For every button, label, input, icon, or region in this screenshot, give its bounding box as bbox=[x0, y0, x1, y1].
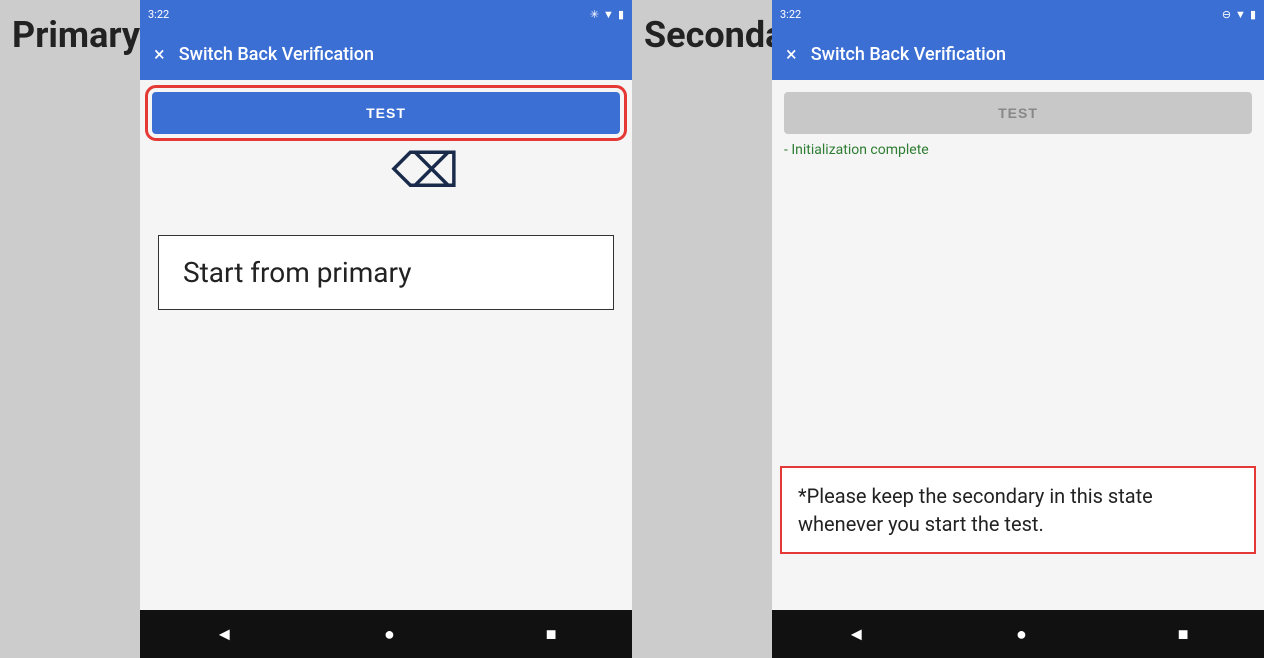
signal-icon: ▮ bbox=[618, 8, 624, 21]
primary-phone-frame: 3:22 ✳ ▼ ▮ × Switch Back Verification TE… bbox=[140, 0, 632, 658]
primary-status-icons: ✳ ▼ ▮ bbox=[590, 8, 624, 21]
secondary-panel: Secondary 3:22 ⊖ ▼ ▮ × Switch Back Verif… bbox=[632, 0, 1264, 658]
secondary-phone-frame: 3:22 ⊖ ▼ ▮ × Switch Back Verification TE… bbox=[772, 0, 1264, 658]
wifi-icon: ▼ bbox=[603, 8, 614, 21]
secondary-bt-icon: ⊖ bbox=[1222, 8, 1231, 21]
primary-content: TEST ⌫ Start from primary bbox=[140, 80, 632, 610]
bt-icon: ✳ bbox=[590, 8, 599, 21]
primary-recent-button[interactable]: ■ bbox=[546, 624, 557, 645]
primary-back-button[interactable]: ◄ bbox=[215, 624, 233, 645]
secondary-content: TEST - Initialization complete *Please k… bbox=[772, 80, 1264, 610]
secondary-bottom-nav: ◄ ● ■ bbox=[772, 610, 1264, 658]
secondary-status-icons: ⊖ ▼ ▮ bbox=[1222, 8, 1256, 21]
secondary-test-button: TEST bbox=[784, 92, 1252, 134]
primary-home-button[interactable]: ● bbox=[384, 624, 395, 645]
primary-status-time: 3:22 bbox=[148, 8, 169, 21]
primary-app-title: Switch Back Verification bbox=[179, 44, 374, 65]
secondary-label: Secondary bbox=[632, 0, 772, 658]
secondary-back-button[interactable]: ◄ bbox=[847, 624, 865, 645]
secondary-recent-button[interactable]: ■ bbox=[1178, 624, 1189, 645]
secondary-status-time: 3:22 bbox=[780, 8, 801, 21]
start-from-primary-box: Start from primary bbox=[158, 235, 614, 310]
secondary-status-bar: 3:22 ⊖ ▼ ▮ bbox=[772, 0, 1264, 28]
primary-status-bar: 3:22 ✳ ▼ ▮ bbox=[140, 0, 632, 28]
secondary-app-bar: × Switch Back Verification bbox=[772, 28, 1264, 80]
secondary-close-button[interactable]: × bbox=[786, 42, 797, 66]
secondary-home-button[interactable]: ● bbox=[1016, 624, 1027, 645]
primary-close-button[interactable]: × bbox=[154, 42, 165, 66]
primary-app-bar: × Switch Back Verification bbox=[140, 28, 632, 80]
primary-panel: Primary 3:22 ✳ ▼ ▮ × Switch Back Verific… bbox=[0, 0, 632, 658]
cursor-hand-icon: ⌫ bbox=[391, 142, 459, 199]
primary-label: Primary bbox=[0, 0, 140, 658]
secondary-app-title: Switch Back Verification bbox=[811, 44, 1006, 65]
annotation-box: *Please keep the secondary in this state… bbox=[780, 466, 1256, 554]
primary-bottom-nav: ◄ ● ■ bbox=[140, 610, 632, 658]
primary-test-button[interactable]: TEST bbox=[152, 92, 620, 134]
init-complete-text: - Initialization complete bbox=[784, 142, 1252, 158]
secondary-signal-icon: ▮ bbox=[1250, 8, 1256, 21]
secondary-wifi-icon: ▼ bbox=[1235, 8, 1246, 21]
